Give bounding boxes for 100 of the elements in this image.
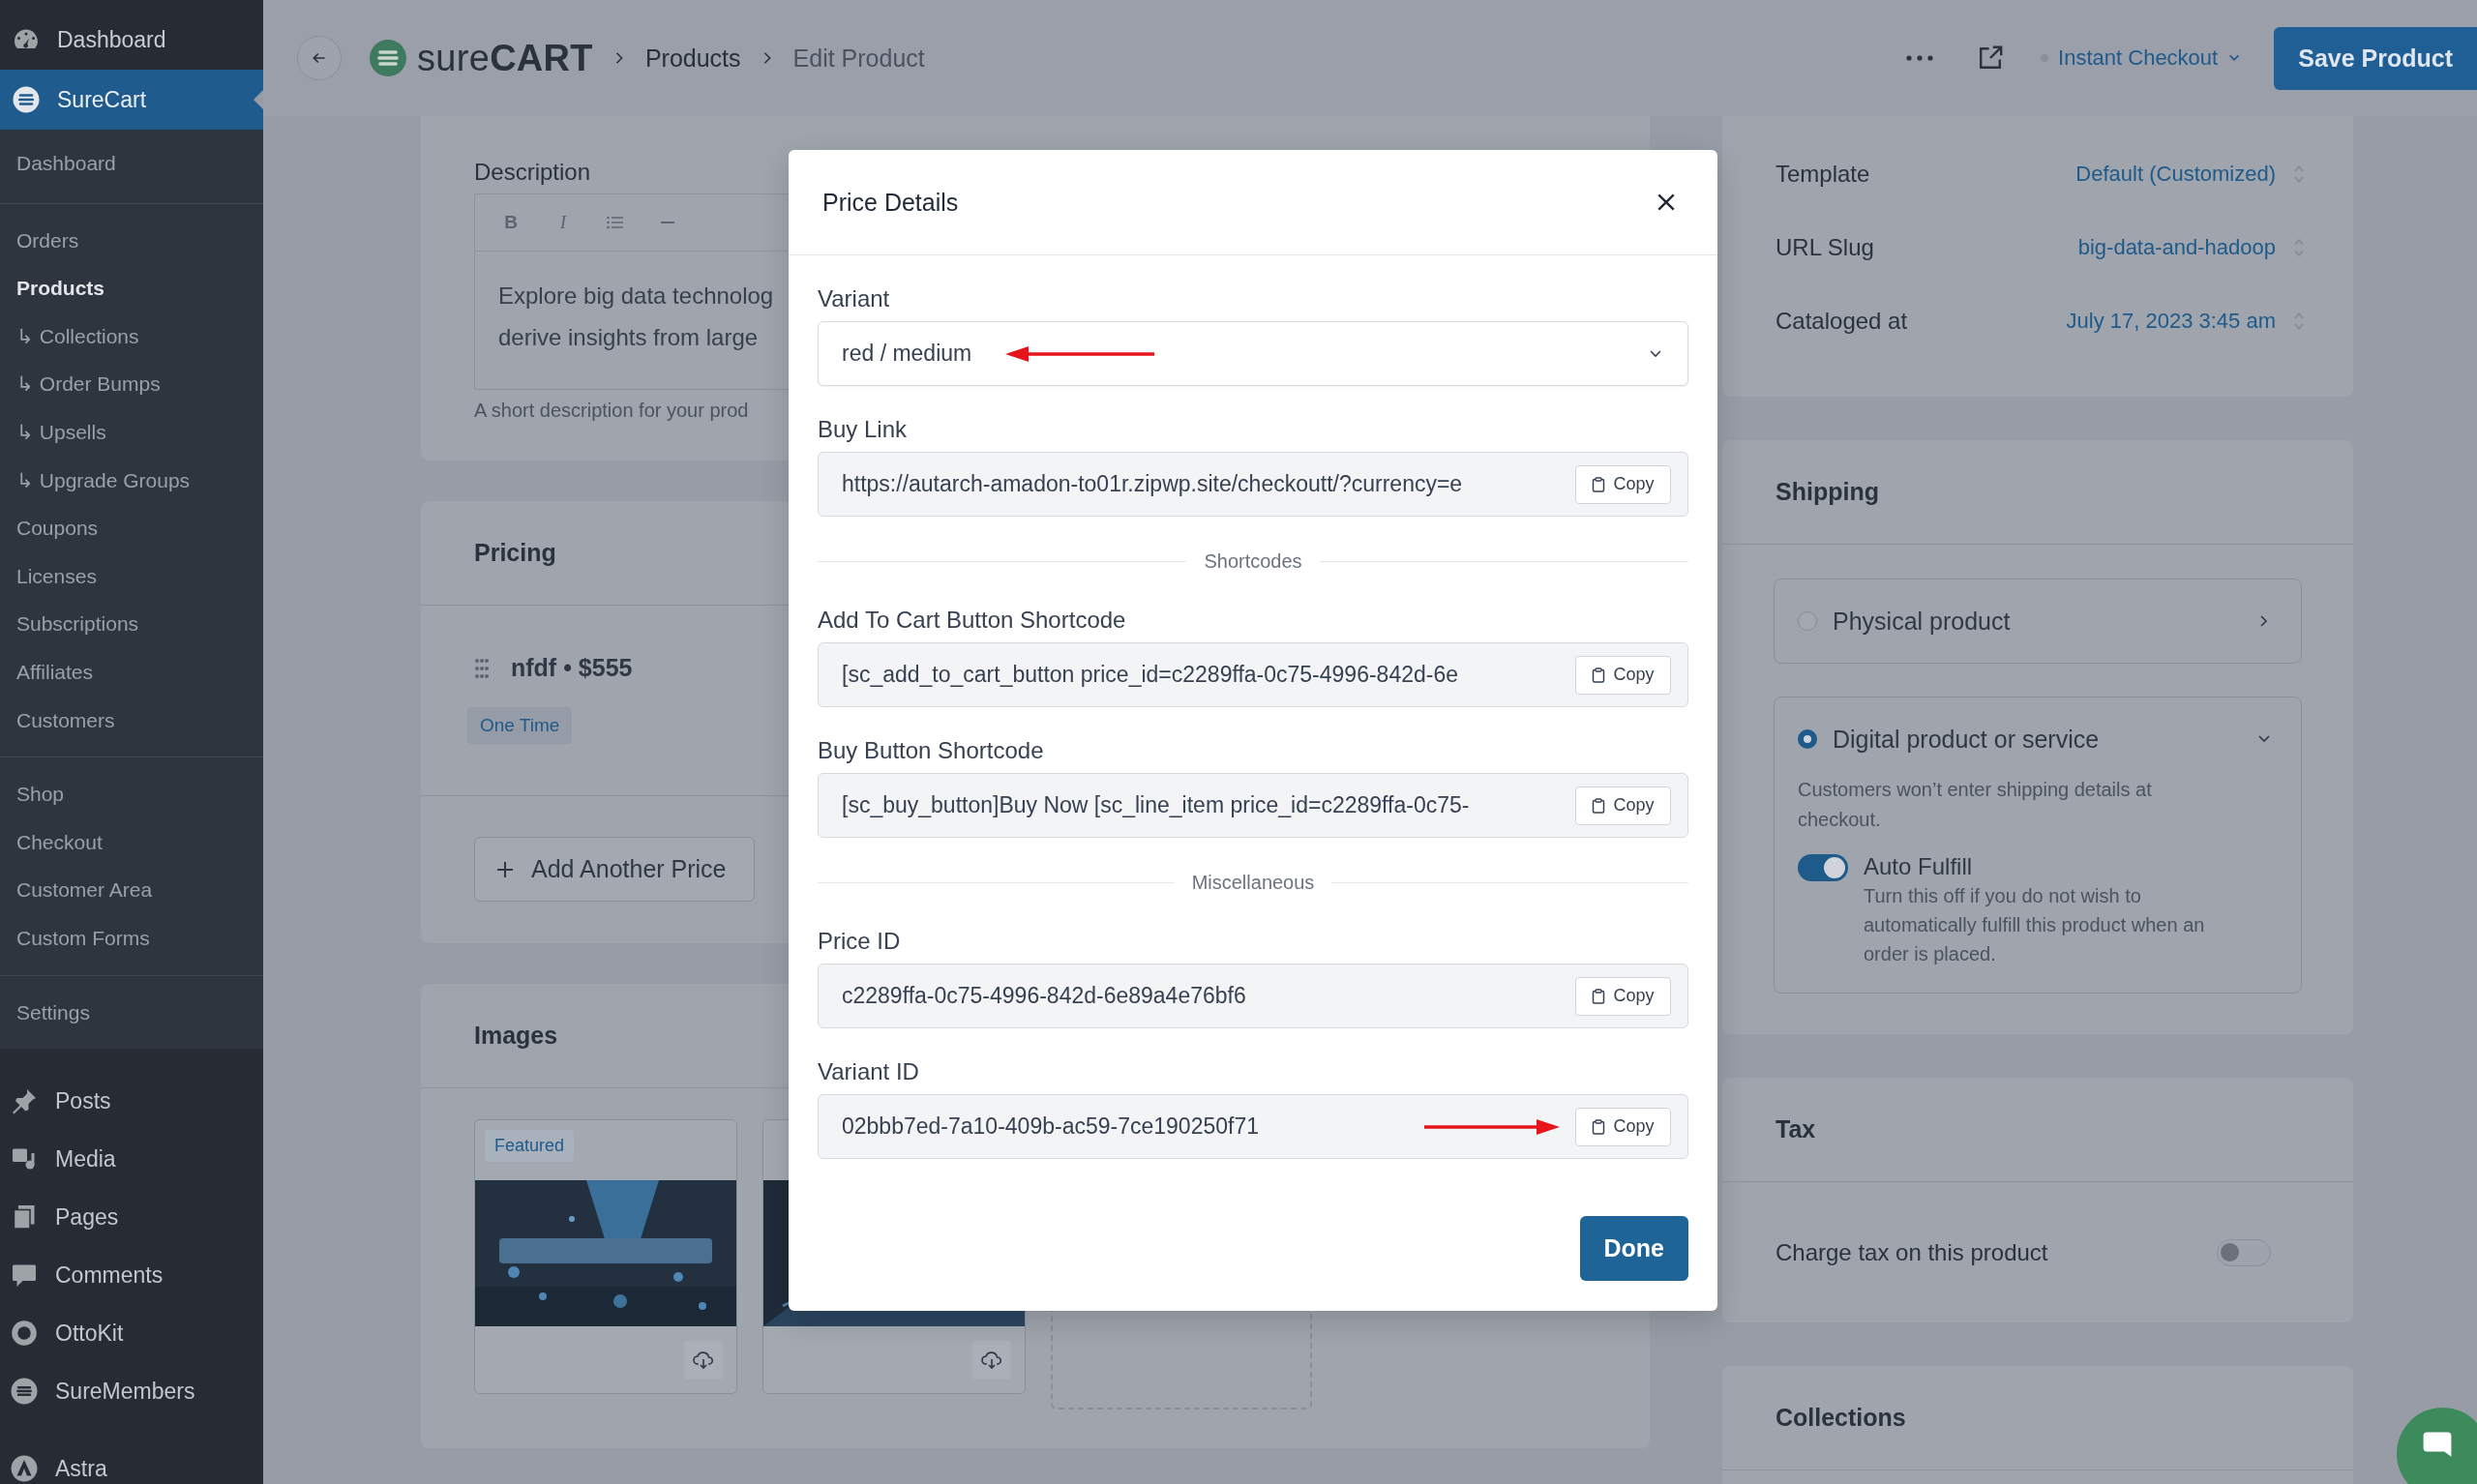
submenu-item[interactable]: ↳ Upsells xyxy=(0,407,263,457)
price-type-badge: One Time xyxy=(467,707,573,744)
readonly-field[interactable]: [sc_buy_button]Buy Now [sc_line_item price_id=c2289ffa-0c75- Copy xyxy=(818,773,1688,838)
clipboard-icon xyxy=(1592,667,1606,683)
sidebar-menu-item[interactable]: SureMembers xyxy=(0,1362,263,1421)
surecart-logo-icon xyxy=(369,39,407,77)
plus-icon xyxy=(496,860,514,878)
image-tile[interactable]: Featured xyxy=(474,1119,737,1394)
close-icon xyxy=(1656,192,1677,213)
submenu-item[interactable]: Orders xyxy=(0,216,263,265)
chevron-up-down-icon xyxy=(2293,311,2305,332)
dialog-title: Price Details xyxy=(822,188,959,217)
submenu-item[interactable]: Licenses xyxy=(0,551,263,601)
submenu-item[interactable]: Settings xyxy=(0,988,263,1037)
setting-label: Template xyxy=(1776,161,1871,188)
price-name[interactable]: nfdf • $555 xyxy=(511,654,633,682)
radio-button[interactable] xyxy=(1798,611,1817,631)
section-divider-label: Miscellaneous xyxy=(1191,871,1315,894)
field-label: Buy Button Shortcode xyxy=(818,736,1045,765)
submenu-item[interactable]: Shop xyxy=(0,770,263,818)
dash-icon xyxy=(661,221,674,224)
checkout-dropdown[interactable]: Instant Checkout xyxy=(2041,45,2242,71)
chevron-up-down-icon xyxy=(2293,237,2305,258)
featured-badge: Featured xyxy=(485,1130,575,1162)
card-title: Shipping xyxy=(1722,440,2353,545)
list-icon xyxy=(607,215,624,230)
members-logo-icon xyxy=(10,1377,39,1407)
copy-button[interactable]: Copy xyxy=(1575,464,1671,504)
toggle-switch[interactable] xyxy=(2217,1238,2271,1266)
field-label: Variant ID xyxy=(818,1057,920,1086)
help-text: A short description for your prod xyxy=(474,400,750,422)
clipboard-icon xyxy=(1592,1118,1606,1135)
submenu-item[interactable]: Coupons xyxy=(0,504,263,552)
submenu-item[interactable]: Customer Area xyxy=(0,866,263,914)
more-icon xyxy=(1905,54,1935,62)
copy-button[interactable]: Copy xyxy=(1575,1107,1671,1146)
save-button[interactable]: Save Product xyxy=(2274,26,2477,90)
download-button[interactable] xyxy=(972,1340,1011,1380)
breadcrumb-link[interactable]: Products xyxy=(644,44,741,73)
readonly-field[interactable]: [sc_add_to_cart_button price_id=c2289ffa-0c75-4996-842d-6e Copy xyxy=(818,642,1688,707)
cloud-download-icon xyxy=(981,1350,1002,1370)
submenu-item[interactable]: Custom Forms xyxy=(0,913,263,963)
submenu-item[interactable]: ↳ Upgrade Groups xyxy=(0,456,263,505)
readonly-field[interactable]: https://autarch-amadon-to01r.zipwp.site/checkoutt/?currency=e Copy xyxy=(818,452,1688,517)
submenu-item[interactable]: Products xyxy=(0,264,263,312)
setting-label: Cataloged at xyxy=(1776,308,1909,335)
chevron-up-down-icon xyxy=(2293,163,2305,185)
brand-logo-text: sureCART xyxy=(417,37,593,79)
readonly-field[interactable]: 02bbb7ed-7a10-409b-ac59-7ce190250f71 Copy xyxy=(818,1094,1688,1159)
radio-button[interactable] xyxy=(1798,729,1817,749)
submenu-item[interactable]: Checkout xyxy=(0,817,263,867)
field-label: Price ID xyxy=(818,927,902,956)
submenu-item[interactable]: ↳ Collections xyxy=(0,312,263,361)
toggle-switch[interactable] xyxy=(1798,854,1848,881)
field-label: Variant xyxy=(818,284,891,313)
field-label: Description xyxy=(474,159,592,186)
section-divider-label: Shortcodes xyxy=(1204,549,1302,573)
submenu-item[interactable]: ↳ Order Bumps xyxy=(0,360,263,408)
sidebar-menu-item[interactable]: Comments xyxy=(0,1246,263,1305)
clipboard-icon xyxy=(1592,476,1606,492)
sidebar-menu-item[interactable]: Pages xyxy=(0,1188,263,1247)
sidebar-menu-item[interactable]: Dashboard xyxy=(0,10,263,70)
field-label: Add To Cart Button Shortcode xyxy=(818,606,1127,635)
clipboard-icon xyxy=(1592,797,1606,814)
surecart-logo-icon xyxy=(12,85,41,114)
submenu-item[interactable]: Dashboard xyxy=(0,139,263,188)
setting-label: Charge tax on this product xyxy=(1776,1238,2049,1266)
card-title: Collections xyxy=(1722,1366,2353,1470)
field-label: Buy Link xyxy=(818,415,909,444)
option-description: Customers won’t enter shipping details at checkout. xyxy=(1797,778,2153,832)
add-price-button[interactable]: Add Another Price xyxy=(474,837,755,902)
submenu-item[interactable]: Customers xyxy=(0,696,263,745)
toggle-label: Auto Fulfill xyxy=(1864,852,1974,881)
setting-value[interactable]: big-data-and-hadoop xyxy=(2077,235,2276,260)
copy-button[interactable]: Copy xyxy=(1575,976,1671,1016)
sidebar-menu-item[interactable]: SureCart xyxy=(0,70,263,130)
sidebar-menu-item[interactable]: Posts xyxy=(0,1072,263,1131)
submenu-item[interactable]: Affiliates xyxy=(0,647,263,697)
shipping-option[interactable]: Physical product xyxy=(1774,579,2302,664)
setting-value[interactable]: Default (Customized) xyxy=(2075,162,2276,187)
sidebar-menu-item[interactable]: Media xyxy=(0,1130,263,1189)
drag-handle-icon xyxy=(474,657,490,679)
variant-select[interactable]: red / medium xyxy=(818,321,1688,386)
done-button[interactable]: Done xyxy=(1579,1216,1688,1281)
card-title: Tax xyxy=(1722,1078,2353,1182)
submenu-item[interactable]: Subscriptions xyxy=(0,600,263,648)
sidebar-menu-item[interactable]: OttoKit xyxy=(0,1304,263,1363)
help-text: Turn this off if you do not wish to automatically fulfill this product when an order is placed. xyxy=(1864,884,2206,966)
copy-button[interactable]: Copy xyxy=(1575,786,1671,825)
clipboard-icon xyxy=(1592,988,1606,1004)
ring-logo-icon xyxy=(10,1319,39,1349)
setting-value[interactable]: July 17, 2023 3:45 am xyxy=(2066,309,2276,334)
setting-label: URL Slug xyxy=(1776,234,1875,261)
cloud-download-icon xyxy=(693,1350,714,1370)
download-button[interactable] xyxy=(684,1340,723,1380)
copy-button[interactable]: Copy xyxy=(1575,655,1671,695)
readonly-field[interactable]: c2289ffa-0c75-4996-842d-6e89a4e76bf6 Copy xyxy=(818,964,1688,1028)
sidebar-menu-item[interactable]: Astra xyxy=(0,1439,263,1484)
external-link-icon xyxy=(1977,45,2005,72)
shipping-option[interactable]: Digital product or service Customers won’t enter shipping details at checkout. Auto Fulfill Turn this off if you do not wish to automatically fulfill this product when an order is placed. xyxy=(1774,697,2302,994)
